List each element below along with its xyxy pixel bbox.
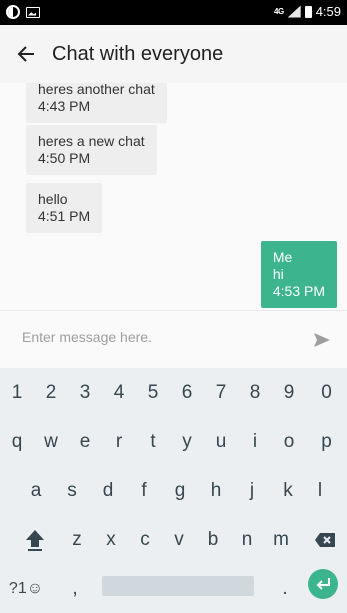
key[interactable]: j [234, 466, 270, 515]
key[interactable]: c [128, 515, 162, 564]
message-text: heres another chat [38, 83, 155, 97]
key[interactable]: s [54, 466, 90, 515]
key[interactable]: d [90, 466, 126, 515]
key[interactable]: u [204, 417, 238, 466]
key[interactable]: r [102, 417, 136, 466]
key[interactable]: 6 [170, 368, 204, 417]
key[interactable]: z [60, 515, 94, 564]
key[interactable]: 3 [68, 368, 102, 417]
keyboard-row-top-letters: q w e r t y u i o p [0, 417, 347, 466]
key[interactable]: l [302, 466, 338, 515]
keyboard-row-middle-letters: a s d f g h j k l [0, 466, 347, 515]
message-bubble: heres a new chat 4:50 PM [26, 125, 157, 175]
key[interactable]: y [170, 417, 204, 466]
message-list[interactable]: heres another chat 4:43 PM heres a new c… [0, 83, 347, 310]
image-notification-icon [26, 6, 40, 18]
key[interactable]: 9 [272, 368, 306, 417]
symbols-key[interactable]: ?1☺ [4, 564, 48, 613]
key[interactable]: q [0, 417, 34, 466]
key[interactable]: v [162, 515, 196, 564]
key[interactable]: h [198, 466, 234, 515]
send-icon[interactable] [311, 329, 333, 351]
message-text: hello [38, 191, 68, 207]
back-arrow-icon[interactable] [0, 25, 52, 83]
page-title: Chat with everyone [52, 42, 224, 65]
period-key[interactable]: . [270, 564, 300, 613]
key[interactable]: 0 [306, 368, 347, 417]
key[interactable]: 7 [204, 368, 238, 417]
key[interactable]: w [34, 417, 68, 466]
status-bar: 4G 4:59 [0, 0, 347, 25]
shift-icon[interactable] [10, 515, 60, 564]
message-bubble-own: Me hi 4:53 PM [260, 241, 337, 308]
key[interactable]: n [230, 515, 264, 564]
key[interactable]: 2 [34, 368, 68, 417]
data-saver-icon [6, 5, 20, 19]
status-time: 4:59 [315, 4, 341, 19]
key[interactable]: 5 [136, 368, 170, 417]
signal-icon [287, 5, 301, 18]
key[interactable]: g [162, 466, 198, 515]
message-sender: Me [272, 249, 293, 265]
message-text: hi [272, 266, 284, 282]
message-time: 4:43 PM [38, 98, 91, 114]
network-type-label: 4G [274, 6, 284, 16]
key[interactable]: t [136, 417, 170, 466]
key[interactable]: b [196, 515, 230, 564]
key[interactable]: 4 [102, 368, 136, 417]
key[interactable]: o [272, 417, 306, 466]
keyboard-row-bottom-letters: z x c v b n m [0, 515, 347, 564]
enter-icon[interactable] [308, 569, 338, 599]
message-bubble: hello 4:51 PM [26, 183, 103, 233]
message-composer [0, 310, 347, 368]
message-time: 4:50 PM [38, 150, 91, 166]
key[interactable]: 8 [238, 368, 272, 417]
key[interactable]: e [68, 417, 102, 466]
key[interactable]: f [126, 466, 162, 515]
status-right-icons: 4G 4:59 [274, 4, 341, 19]
message-input[interactable] [22, 329, 282, 345]
key[interactable]: m [264, 515, 298, 564]
message-time: 4:53 PM [272, 283, 325, 299]
keyboard-row-numbers: 1 2 3 4 5 6 7 8 9 0 [0, 368, 347, 417]
comma-key[interactable]: , [60, 564, 90, 613]
key[interactable]: p [306, 417, 347, 466]
key[interactable]: a [18, 466, 54, 515]
message-text: heres a new chat [38, 133, 145, 149]
key[interactable]: x [94, 515, 128, 564]
app-bar: Chat with everyone [0, 25, 347, 83]
message-time: 4:51 PM [38, 208, 91, 224]
message-bubble: heres another chat 4:43 PM [26, 83, 167, 123]
status-left-icons [6, 5, 40, 19]
key[interactable]: 1 [0, 368, 34, 417]
backspace-icon[interactable] [302, 515, 347, 564]
space-key[interactable] [102, 576, 254, 596]
battery-icon [304, 5, 312, 18]
key[interactable]: k [270, 466, 306, 515]
key[interactable]: i [238, 417, 272, 466]
